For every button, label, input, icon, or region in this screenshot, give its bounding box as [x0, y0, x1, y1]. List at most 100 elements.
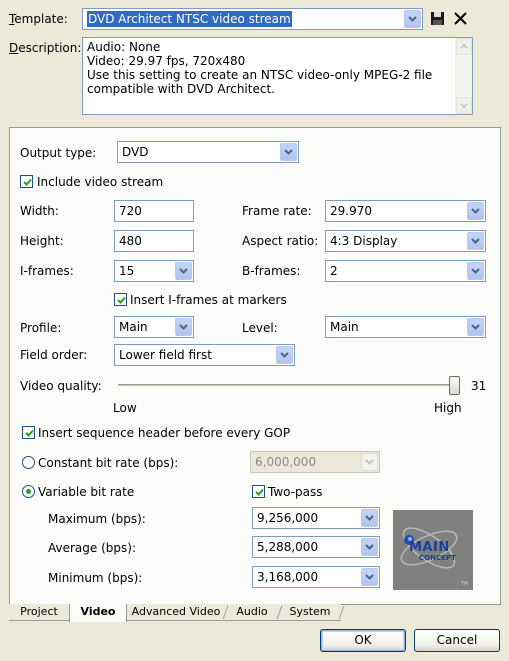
b-frames-dropdown-button[interactable] — [467, 262, 484, 280]
profile-dropdown-button[interactable] — [175, 318, 192, 336]
description-textarea[interactable]: Audio: None Video: 29.97 fps, 720x480 Us… — [82, 37, 473, 115]
close-x-icon[interactable] — [453, 11, 468, 26]
chevron-down-icon — [179, 268, 188, 274]
minimum-select[interactable]: 3,168,000 — [252, 566, 380, 588]
aspect-ratio-label: Aspect ratio: — [242, 234, 319, 248]
height-label: Height: — [20, 234, 64, 248]
profile-select[interactable]: Main — [114, 316, 194, 338]
minimum-value: 3,168,000 — [257, 570, 319, 584]
frame-rate-value: 29.970 — [330, 204, 372, 218]
video-quality-label: Video quality: — [20, 379, 102, 393]
field-order-select[interactable]: Lower field first — [114, 344, 295, 366]
logo-main-text: MAIN — [409, 540, 450, 555]
seq-header-label: Insert sequence header before every GOP — [38, 426, 291, 440]
tab-system[interactable]: System — [279, 604, 341, 621]
average-label: Average (bps): — [48, 541, 136, 555]
radio-selected-dot — [26, 489, 31, 494]
aspect-ratio-select[interactable]: 4:3 Display — [325, 230, 486, 252]
i-frames-label: I-frames: — [20, 264, 74, 278]
frame-rate-select[interactable]: 29.970 — [325, 200, 486, 222]
field-order-dropdown-button[interactable] — [276, 346, 293, 364]
field-order-label: Field order: — [20, 348, 88, 362]
maximum-select[interactable]: 9,256,000 — [252, 507, 380, 529]
tab-system-label: System — [289, 605, 331, 618]
chevron-down-icon — [471, 268, 480, 274]
output-type-value: DVD — [122, 145, 149, 159]
video-quality-low-label: Low — [113, 401, 137, 415]
template-combo[interactable]: DVD Architect NTSC video stream — [82, 8, 423, 30]
description-line: Audio: None — [87, 40, 161, 54]
template-dropdown-button[interactable] — [404, 10, 421, 28]
cbr-dropdown-button[interactable] — [361, 453, 378, 471]
chevron-up-icon — [460, 44, 468, 49]
scroll-down-button[interactable] — [456, 97, 472, 114]
maximum-value: 9,256,000 — [257, 511, 319, 525]
checkmark-icon — [25, 429, 34, 437]
tab-audio[interactable]: Audio — [225, 604, 279, 621]
description-scrollbar[interactable] — [455, 38, 472, 114]
height-value: 480 — [119, 234, 142, 248]
cbr-select[interactable]: 6,000,000 — [250, 451, 380, 473]
insert-iframes-checkbox[interactable] — [114, 293, 127, 306]
tab-advanced-video-label: Advanced Video — [131, 605, 221, 618]
profile-value: Main — [119, 320, 148, 334]
video-quality-track[interactable] — [118, 384, 460, 386]
width-input[interactable]: 720 — [114, 200, 194, 222]
output-type-label: Output type: — [20, 146, 97, 160]
chevron-down-icon — [471, 208, 480, 214]
description-label: Description: — [9, 41, 82, 55]
tab-advanced-video[interactable]: Advanced Video — [127, 604, 225, 621]
seq-header-checkbox[interactable] — [22, 426, 35, 439]
i-frames-dropdown-button[interactable] — [175, 262, 192, 280]
description-line: compatible with DVD Architect. — [87, 82, 275, 96]
logo-tm-text: TM — [461, 581, 469, 587]
level-dropdown-button[interactable] — [467, 318, 484, 336]
video-quality-value: 31 — [471, 379, 487, 393]
aspect-ratio-dropdown-button[interactable] — [467, 232, 484, 250]
video-quality-thumb[interactable] — [449, 376, 460, 395]
profile-label: Profile: — [20, 321, 62, 335]
chevron-down-icon — [365, 574, 374, 580]
tab-project[interactable]: Project — [9, 604, 69, 621]
tab-video-label: Video — [80, 605, 116, 618]
tab-audio-label: Audio — [236, 605, 268, 618]
output-type-select[interactable]: DVD — [117, 141, 299, 163]
scroll-up-button[interactable] — [456, 38, 472, 55]
average-value: 5,288,000 — [257, 540, 319, 554]
ok-button[interactable]: OK — [320, 629, 406, 652]
i-frames-select[interactable]: 15 — [114, 260, 194, 282]
vbr-radio[interactable] — [22, 485, 35, 498]
tab-video[interactable]: Video — [69, 604, 127, 622]
minimum-dropdown-button[interactable] — [361, 568, 378, 586]
chevron-down-icon — [179, 324, 188, 330]
floppy-disk-icon[interactable] — [430, 11, 445, 26]
mainconcept-logo: MAIN CONCEPT TM — [393, 510, 473, 590]
average-dropdown-button[interactable] — [361, 538, 378, 556]
template-label: Template: — [9, 12, 68, 26]
chevron-down-icon — [365, 544, 374, 550]
vbr-label: Variable bit rate — [38, 485, 135, 499]
output-type-dropdown-button[interactable] — [280, 143, 297, 161]
i-frames-value: 15 — [119, 264, 135, 278]
include-video-label: Include video stream — [37, 175, 164, 189]
frame-rate-dropdown-button[interactable] — [467, 202, 484, 220]
field-order-value: Lower field first — [119, 348, 212, 362]
cancel-button[interactable]: Cancel — [414, 629, 500, 652]
video-quality-high-label: High — [434, 401, 462, 415]
average-select[interactable]: 5,288,000 — [252, 536, 380, 558]
height-input[interactable]: 480 — [114, 230, 194, 252]
level-select[interactable]: Main — [325, 316, 486, 338]
level-label: Level: — [242, 321, 278, 335]
cbr-radio[interactable] — [22, 456, 35, 469]
chevron-down-icon — [284, 149, 293, 155]
two-pass-checkbox[interactable] — [252, 485, 265, 498]
chevron-down-icon — [408, 16, 417, 22]
maximum-dropdown-button[interactable] — [361, 509, 378, 527]
chevron-down-icon — [471, 238, 480, 244]
b-frames-select[interactable]: 2 — [325, 260, 486, 282]
b-frames-label: B-frames: — [242, 264, 301, 278]
minimum-label: Minimum (bps): — [48, 571, 143, 585]
two-pass-label: Two-pass — [268, 485, 323, 499]
include-video-checkbox[interactable] — [20, 175, 33, 188]
chevron-down-icon — [471, 324, 480, 330]
